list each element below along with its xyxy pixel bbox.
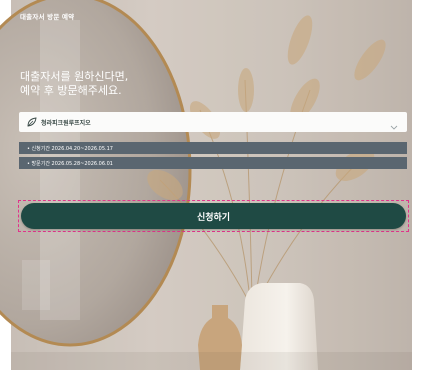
location-select-value: 청라피크원루프지오: [41, 119, 91, 127]
booking-panel: 대출자서 방문 예약 대출자서를 원하신다면, 예약 후 방문해주세요. 청라피…: [11, 0, 412, 370]
screen: 대출자서 방문 예약 대출자서를 원하신다면, 예약 후 방문해주세요. 청라피…: [0, 0, 421, 370]
chevron-down-icon[interactable]: [389, 117, 399, 130]
headline-line-2: 예약 후 방문해주세요.: [20, 83, 122, 97]
headline-line-1: 대출자서를 원하신다면,: [20, 70, 129, 83]
application-period-text: • 신청기간 2026.04.20~2026.05.17: [27, 145, 113, 152]
leaf-icon: [27, 117, 37, 127]
location-select[interactable]: 청라피크원루프지오: [19, 112, 407, 132]
apply-button[interactable]: 신청하기: [21, 203, 406, 229]
visit-period-bar: • 방문기간 2026.05.28~2026.06.01: [19, 157, 407, 169]
application-period-bar: • 신청기간 2026.04.20~2026.05.17: [19, 142, 407, 154]
headline: 대출자서를 원하신다면, 예약 후 방문해주세요.: [20, 70, 128, 97]
visit-period-text: • 방문기간 2026.05.28~2026.06.01: [27, 160, 113, 167]
page-title: 대출자서 방문 예약: [20, 13, 75, 21]
